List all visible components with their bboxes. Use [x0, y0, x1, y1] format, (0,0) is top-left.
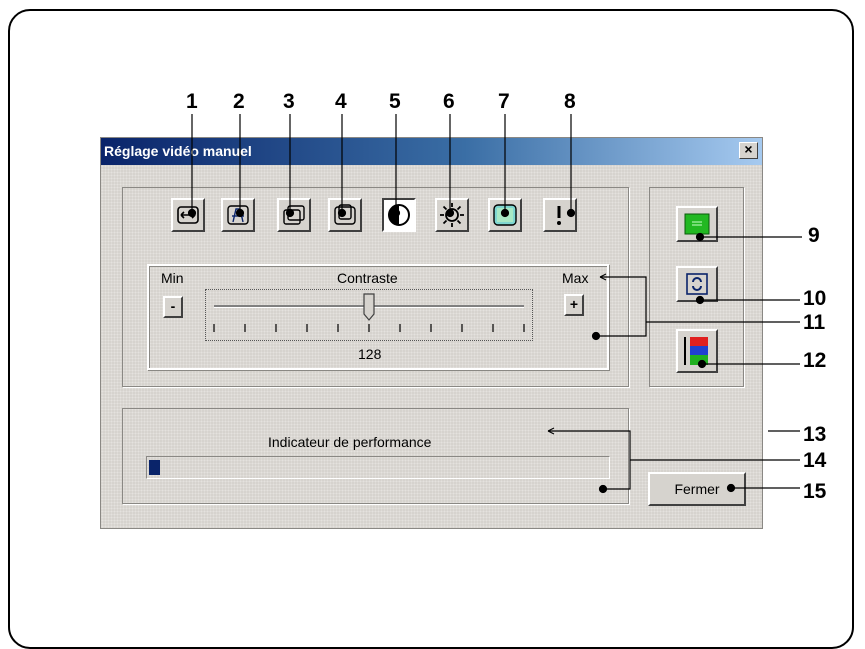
performance-bar [146, 456, 610, 479]
reset-button[interactable] [543, 198, 577, 232]
refresh-icon [686, 273, 708, 295]
close-button-label: Fermer [674, 481, 720, 497]
callout-9: 9 [808, 224, 820, 247]
increase-button[interactable]: + [564, 294, 584, 316]
brightness-icon [440, 203, 464, 227]
contrast-value: 128 [358, 346, 382, 362]
trapezoid-icon [227, 205, 249, 225]
color-icon [493, 204, 517, 226]
callout-7: 7 [498, 90, 510, 113]
callout-4: 4 [335, 90, 347, 113]
size-icon [334, 204, 356, 225]
callout-11: 11 [803, 311, 826, 334]
min-label: Min [161, 270, 184, 286]
test-pattern-icon [684, 337, 708, 365]
callout-5: 5 [389, 90, 401, 113]
callout-14: 14 [803, 449, 827, 472]
color-button[interactable] [488, 198, 522, 232]
brightness-button[interactable] [435, 198, 469, 232]
horizontal-size-icon [177, 206, 199, 224]
contrast-icon [388, 204, 410, 226]
close-window-button[interactable]: × [739, 142, 758, 159]
position-button[interactable] [277, 198, 311, 232]
callout-6: 6 [443, 90, 455, 113]
decrease-button[interactable]: - [163, 296, 183, 318]
slider-thumb[interactable] [363, 293, 375, 321]
callout-3: 3 [283, 90, 295, 113]
close-button[interactable]: Fermer [648, 472, 746, 506]
auto-adjust-icon [684, 213, 710, 235]
callout-12: 12 [803, 349, 827, 372]
callout-2: 2 [233, 90, 245, 113]
horizontal-size-button[interactable] [171, 198, 205, 232]
callout-10: 10 [803, 287, 827, 310]
callout-8: 8 [564, 90, 576, 113]
max-label: Max [562, 270, 589, 286]
refresh-button[interactable] [676, 266, 718, 302]
position-icon [283, 205, 305, 225]
dialog-title: Réglage vidéo manuel [104, 143, 252, 159]
exclamation-icon [557, 206, 561, 225]
trapezoid-button[interactable] [221, 198, 255, 232]
performance-bar-fill [149, 460, 160, 475]
performance-label: Indicateur de performance [268, 434, 432, 450]
contrast-button[interactable] [382, 198, 416, 232]
callout-15: 15 [803, 480, 827, 503]
slider-track-graphic [213, 293, 525, 332]
contrast-slider[interactable] [205, 289, 533, 341]
callout-13: 13 [803, 423, 827, 446]
contrast-label: Contraste [337, 270, 398, 286]
auto-adjust-button[interactable] [676, 206, 718, 242]
title-bar: Réglage vidéo manuel × [101, 138, 762, 165]
size-button[interactable] [328, 198, 362, 232]
test-pattern-button[interactable] [676, 329, 718, 373]
callout-1: 1 [186, 90, 198, 113]
